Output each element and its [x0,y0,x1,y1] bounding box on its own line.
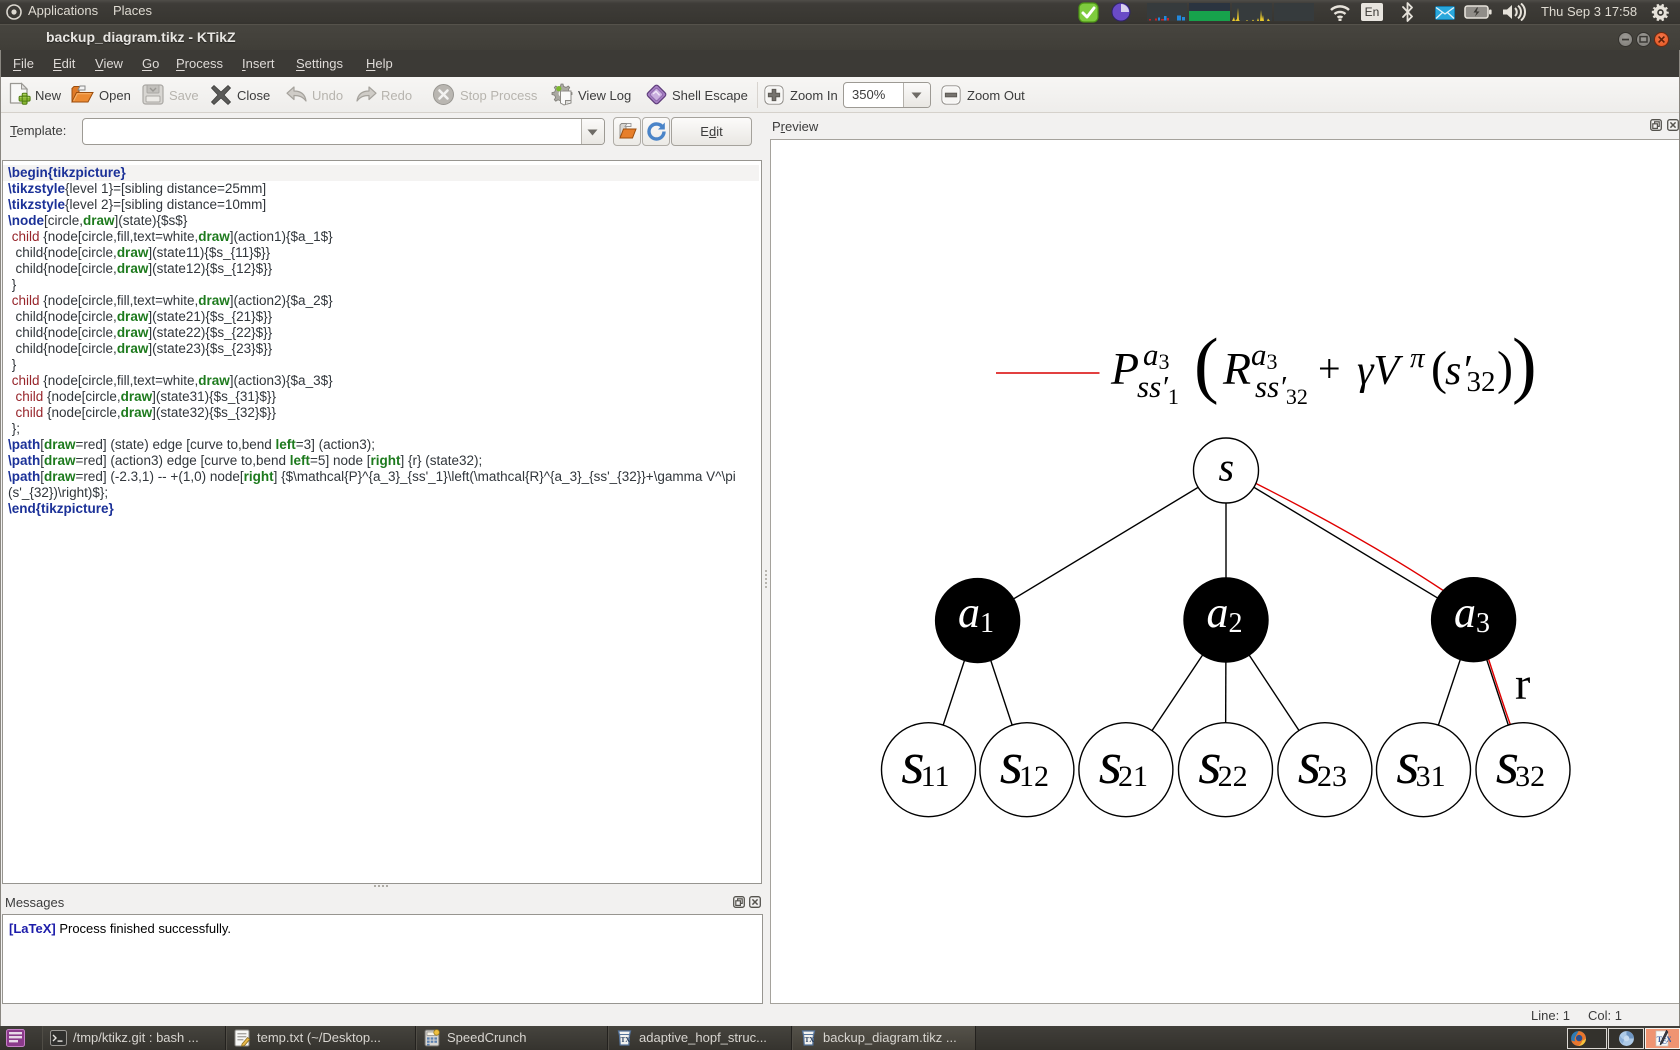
svg-text:r: r [1515,658,1530,709]
svg-text:(: ( [1194,324,1219,406]
svg-text:TX: TX [621,1036,631,1044]
svg-text:ss′32: ss′32 [1255,369,1308,409]
svg-text:TX: TX [805,1036,815,1044]
svg-text:): ) [1512,324,1537,406]
svg-text:+: + [1318,346,1341,391]
svg-text:s: s [1219,445,1235,490]
svg-text:R: R [1222,343,1251,394]
svg-text:π: π [1410,342,1426,374]
svg-text:s′32: s′32 [1445,348,1496,398]
svg-text:γV: γV [1357,348,1404,394]
svg-text:ss′1: ss′1 [1137,369,1179,409]
svg-text:P: P [1110,343,1139,394]
svg-text:): ) [1497,342,1513,395]
